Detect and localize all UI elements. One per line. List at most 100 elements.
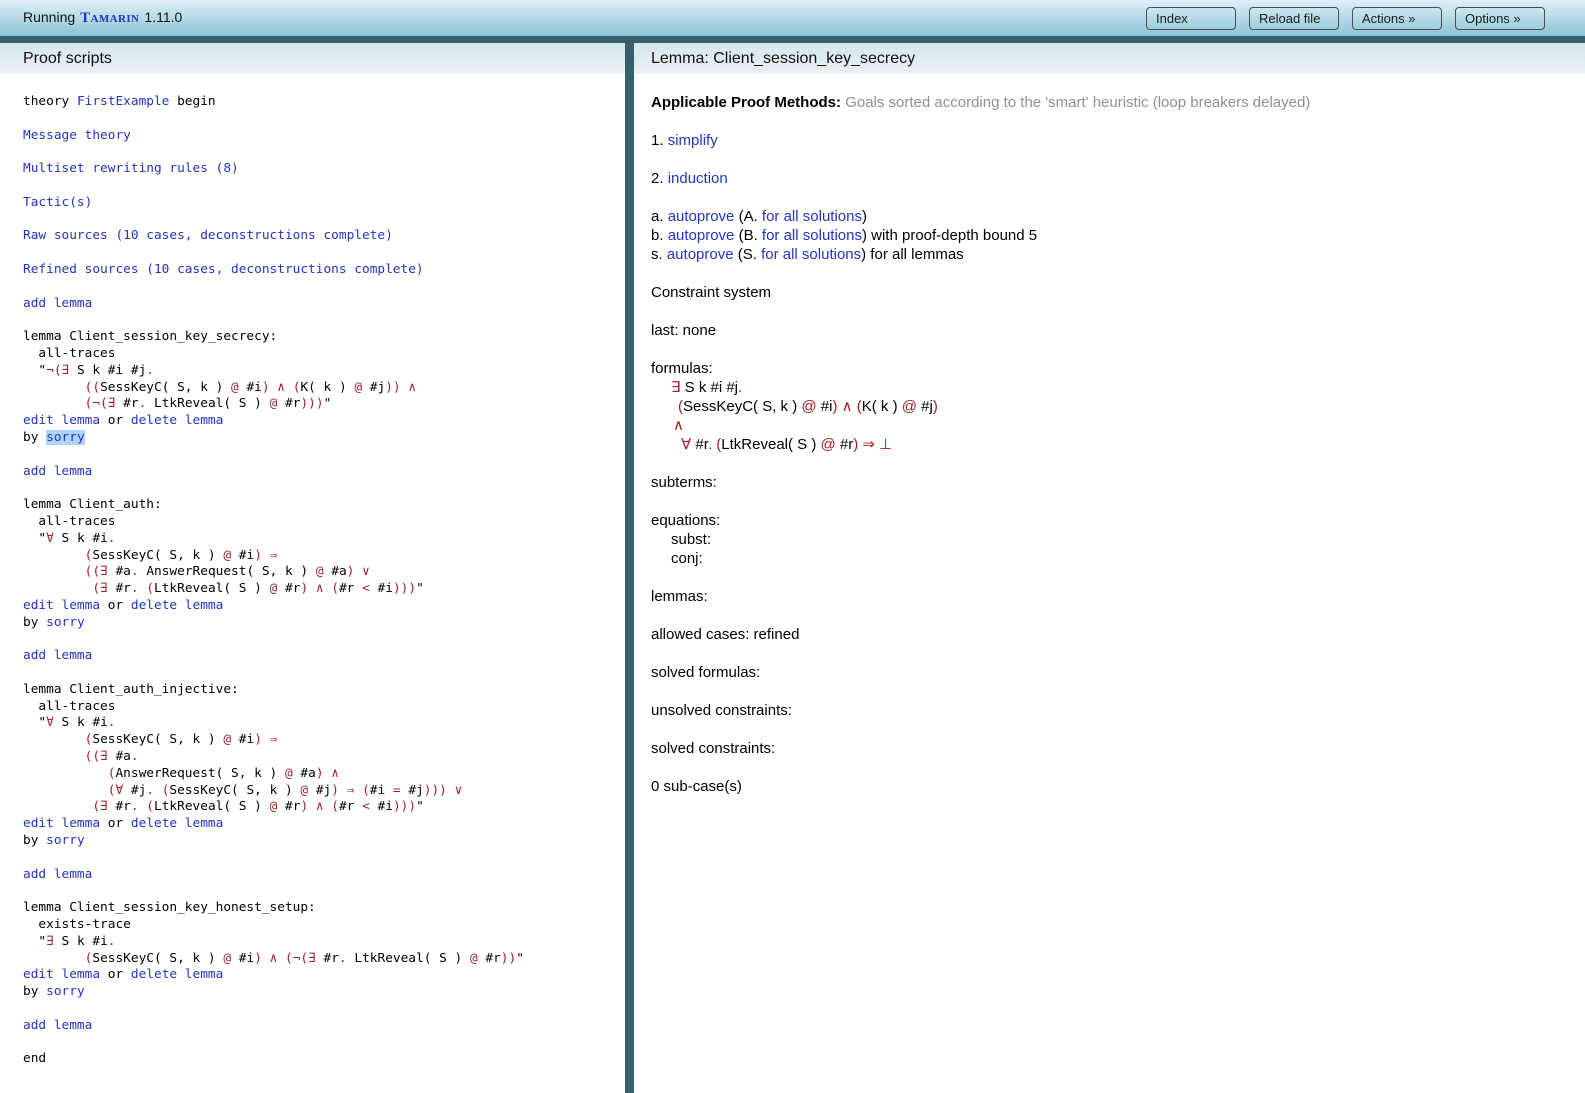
- text-line: by sorry: [23, 615, 625, 632]
- text-segment: conj:: [671, 550, 703, 567]
- edit-lemma-link[interactable]: edit lemma: [23, 816, 100, 831]
- text-line: lemmas:: [651, 587, 1585, 606]
- add-lemma-link[interactable]: add lemma: [23, 464, 92, 479]
- text-segment: ))): [392, 799, 417, 815]
- delete-lemma-link[interactable]: delete lemma: [131, 598, 223, 613]
- text-segment: . (: [130, 799, 155, 815]
- toolbar-button-actions[interactable]: Actions »: [1352, 6, 1442, 30]
- text-segment: ) with proof-depth bound 5: [861, 227, 1038, 244]
- autoprove-link[interactable]: autoprove: [668, 208, 735, 225]
- text-segment: ) ∨: [346, 564, 370, 580]
- text-line: (AnswerRequest( S, k ) @ #a) ∧: [23, 766, 625, 783]
- text-segment: ": [516, 950, 524, 966]
- edit-lemma-link[interactable]: edit lemma: [23, 967, 100, 982]
- induction-link[interactable]: induction: [668, 170, 728, 187]
- text-segment: (¬(∃: [84, 396, 116, 412]
- lemma-panel: Lemma: Client_session_key_secrecy Applic…: [634, 43, 1585, 1093]
- text-segment: .: [738, 379, 743, 396]
- proof-scripts-panel: Proof scripts theory FirstExample begin …: [0, 43, 625, 1093]
- text-segment: [23, 732, 85, 747]
- text-line: edit lemma or delete lemma: [23, 598, 625, 615]
- raw-sources-10-cases-deconstructions-complete-link[interactable]: Raw sources (10 cases, deconstructions c…: [23, 228, 393, 243]
- text-line: lemma Client_session_key_honest_setup:: [23, 900, 625, 917]
- text-segment: ((∃: [84, 749, 108, 765]
- add-lemma-link[interactable]: add lemma: [23, 1018, 92, 1033]
- text-segment: subterms:: [651, 474, 717, 491]
- text-segment: all-traces: [23, 345, 116, 361]
- text-segment: allowed cases: refined: [651, 626, 800, 643]
- text-segment: . (: [707, 436, 722, 453]
- tactic-s-link[interactable]: Tactic(s): [23, 195, 92, 210]
- text-segment: .: [107, 933, 116, 949]
- message-theory-link[interactable]: Message theory: [23, 128, 131, 143]
- sorry-link[interactable]: sorry: [46, 984, 85, 999]
- text-segment: #r: [691, 436, 708, 453]
- text-segment: ((: [84, 379, 101, 395]
- add-lemma-link[interactable]: add lemma: [23, 296, 92, 311]
- text-segment: solved constraints:: [651, 740, 776, 757]
- text-segment: SessKeyC( S, k ): [169, 782, 293, 798]
- text-segment: ) ⇒ (: [331, 782, 370, 798]
- text-line: theory FirstExample begin: [23, 94, 625, 111]
- text-segment: ) ∧ (¬(∃: [254, 950, 316, 966]
- text-segment: b.: [651, 227, 668, 244]
- for-all-solutions-link[interactable]: for all solutions: [762, 208, 862, 225]
- text-segment: (∀: [107, 782, 124, 798]
- text-line: ∀ #r. (LtkReveal( S ) @ #r) ⇒ ⊥: [651, 435, 1585, 454]
- left-panel-header: Proof scripts: [0, 43, 625, 74]
- text-line: add lemma: [23, 867, 625, 884]
- text-line: edit lemma or delete lemma: [23, 967, 625, 984]
- toolbar-button-index[interactable]: Index: [1146, 6, 1236, 30]
- simplify-link[interactable]: simplify: [668, 132, 718, 149]
- text-segment: #i: [238, 732, 255, 748]
- text-segment: or: [100, 597, 131, 613]
- text-line: "∃ S k #i.: [23, 934, 625, 951]
- text-segment: #r: [839, 436, 854, 453]
- sorry-link[interactable]: sorry: [46, 615, 85, 630]
- for-all-solutions-link[interactable]: for all solutions: [761, 246, 861, 263]
- text-segment: ) ⇒: [254, 547, 278, 563]
- text-segment: S k #i #j: [69, 362, 147, 378]
- add-lemma-link[interactable]: add lemma: [23, 648, 92, 663]
- delete-lemma-link[interactable]: delete lemma: [131, 816, 223, 831]
- tamarin-brand: Tamarin: [80, 10, 140, 26]
- multiset-rewriting-rules-8-link[interactable]: Multiset rewriting rules (8): [23, 161, 239, 176]
- text-segment: ": [23, 933, 47, 949]
- add-lemma-link[interactable]: add lemma: [23, 867, 92, 882]
- toolbar-button-options[interactable]: Options »: [1455, 6, 1545, 30]
- text-segment: (∃: [92, 799, 108, 815]
- text-segment: #a: [107, 564, 131, 580]
- text-segment: or: [100, 967, 131, 983]
- text-segment: @: [308, 564, 332, 580]
- firstexample-link[interactable]: FirstExample: [77, 94, 169, 109]
- text-line: all-traces: [23, 346, 625, 363]
- text-line: Constraint system: [651, 283, 1585, 302]
- toolbar-button-reload-file[interactable]: Reload file: [1249, 6, 1339, 30]
- text-segment: end: [23, 1051, 47, 1067]
- for-all-solutions-link[interactable]: for all solutions: [762, 227, 862, 244]
- delete-lemma-link[interactable]: delete lemma: [131, 967, 223, 982]
- edit-lemma-link[interactable]: edit lemma: [23, 598, 100, 613]
- autoprove-link[interactable]: autoprove: [668, 227, 735, 244]
- delete-lemma-link[interactable]: delete lemma: [131, 413, 223, 428]
- sorry-link[interactable]: sorry: [46, 833, 85, 848]
- text-segment: #j: [369, 379, 386, 395]
- text-line: "¬(∃ S k #i #j.: [23, 363, 625, 380]
- text-segment: [23, 951, 85, 966]
- text-segment: . (: [130, 581, 155, 597]
- sorry-link[interactable]: sorry: [46, 429, 85, 445]
- text-segment: lemma Client_auth_injective:: [23, 681, 239, 697]
- edit-lemma-link[interactable]: edit lemma: [23, 413, 100, 428]
- text-segment: all-traces: [23, 698, 116, 714]
- refined-sources-10-cases-deconstructions-complete-link[interactable]: Refined sources (10 cases, deconstructio…: [23, 262, 424, 277]
- autoprove-link[interactable]: autoprove: [667, 246, 734, 263]
- text-segment: ": [23, 362, 47, 378]
- text-segment: @: [215, 950, 239, 966]
- text-segment: <: [354, 581, 378, 597]
- text-segment: .: [146, 362, 155, 378]
